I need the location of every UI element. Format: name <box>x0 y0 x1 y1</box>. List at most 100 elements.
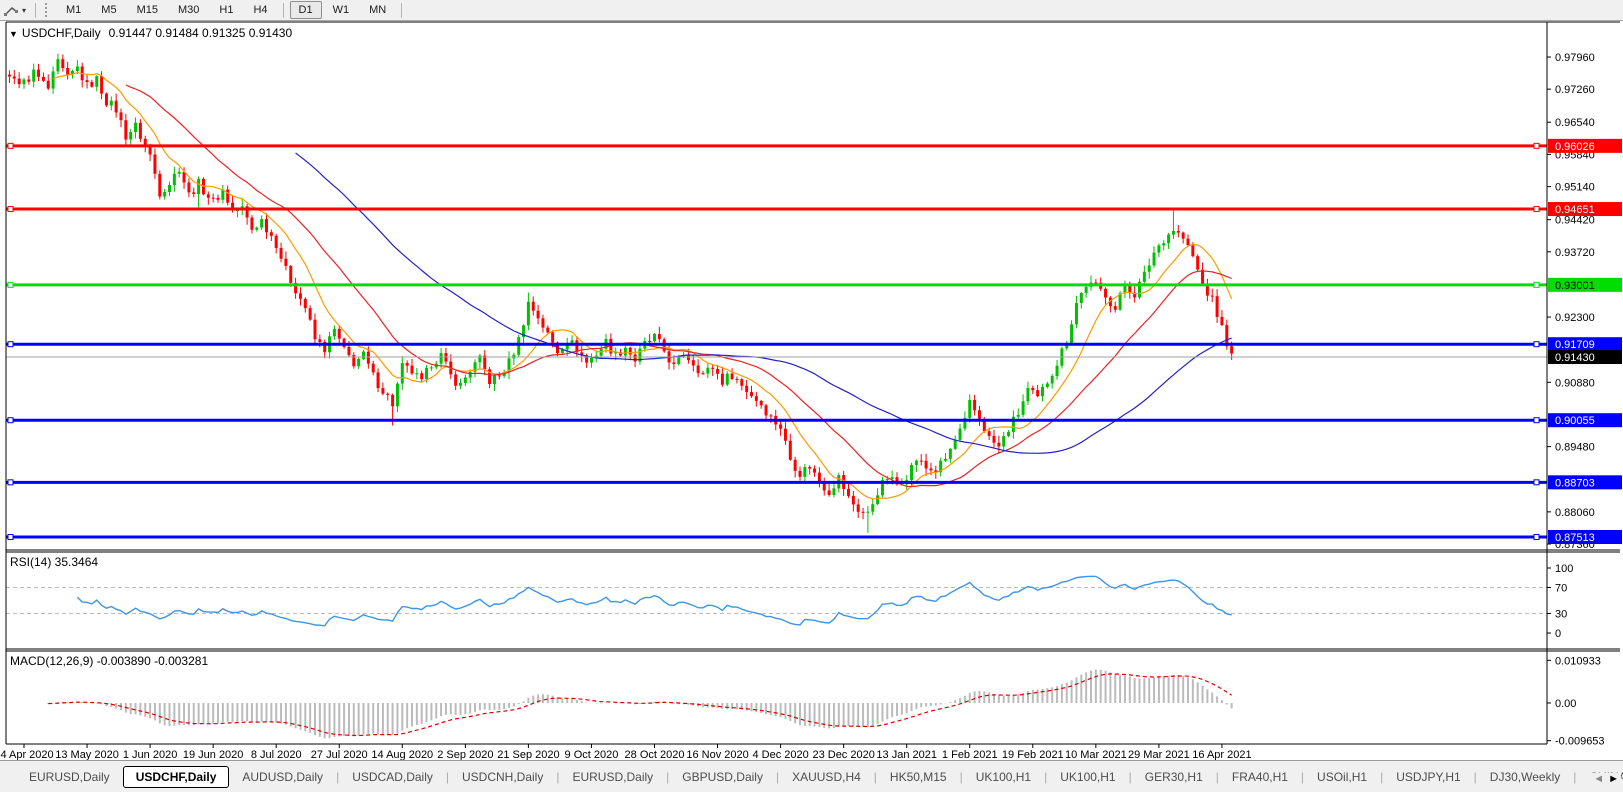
svg-text:16 Apr 2021: 16 Apr 2021 <box>1192 749 1251 760</box>
timeframe-button-m1[interactable]: M1 <box>57 1 90 19</box>
svg-text:0.94420: 0.94420 <box>1555 215 1595 227</box>
timeframe-toolbar: ▾ M1M5M15M30H1H4 D1W1MN <box>0 0 1623 21</box>
svg-text:0.90055: 0.90055 <box>1555 415 1595 427</box>
svg-text:13 Jan 2021: 13 Jan 2021 <box>876 749 937 760</box>
svg-text:8 Jul 2020: 8 Jul 2020 <box>251 749 302 760</box>
date-axis: 24 Apr 202013 May 20201 Jun 202019 Jun 2… <box>0 744 1252 760</box>
timeframe-buttons: M1M5M15M30H1H4 D1W1MN <box>56 1 407 19</box>
timeframe-button-h1[interactable]: H1 <box>210 1 242 19</box>
tab-scroll-arrows: ◄► <box>1587 773 1621 785</box>
tab-eurusd-daily[interactable]: EURUSD,Daily <box>16 766 123 788</box>
candlestick-series <box>8 54 1233 533</box>
svg-text:0.87513: 0.87513 <box>1555 532 1595 544</box>
tab-usdcad-daily[interactable]: USDCAD,Daily <box>339 766 446 788</box>
tab-hk50-m15[interactable]: HK50,M15 <box>877 766 960 788</box>
application-window: ▾ M1M5M15M30H1H4 D1W1MN 0.97960 0.97260 0.9… <box>0 0 1623 792</box>
ma-60-line <box>296 153 1232 453</box>
svg-text:30: 30 <box>1555 609 1567 621</box>
svg-text:0.96540: 0.96540 <box>1555 117 1595 129</box>
svg-text:2 Sep 2020: 2 Sep 2020 <box>437 749 493 760</box>
chart-tab-bar: EURUSD,DailyUSDCHF,DailyAUDUSD,Daily|USD… <box>0 760 1623 792</box>
svg-text:0.010933: 0.010933 <box>1555 655 1601 667</box>
rsi-line <box>77 576 1231 626</box>
svg-text:0.91430: 0.91430 <box>1555 352 1595 364</box>
svg-text:0.96026: 0.96026 <box>1555 141 1595 153</box>
chart-title-bar: ▼ USDCHF,Daily 0.91447 0.91484 0.91325 0.9… <box>9 26 292 40</box>
chart-cursor-icon[interactable] <box>3 3 21 18</box>
chart-ohlc-values: 0.91447 0.91484 0.91325 0.91430 <box>109 26 293 40</box>
macd-panel: 0.010933 0.00 -0.009653 <box>48 655 1604 747</box>
svg-text:4 Dec 2020: 4 Dec 2020 <box>752 749 808 760</box>
price-axis: 0.979600.972600.965400.958400.951400.944… <box>1547 52 1622 551</box>
toolbar-separator <box>35 3 36 18</box>
svg-text:0.89480: 0.89480 <box>1555 442 1595 454</box>
toolbar-grip[interactable] <box>45 3 50 17</box>
tab-scroll-left-icon[interactable]: ◄ <box>1593 773 1604 785</box>
tab-dj30-weekly[interactable]: DJ30,Weekly <box>1477 766 1573 788</box>
timeframe-button-d1[interactable]: D1 <box>290 1 322 19</box>
svg-text:9 Oct 2020: 9 Oct 2020 <box>565 749 619 760</box>
svg-text:0.90880: 0.90880 <box>1555 377 1595 389</box>
rsi-label: RSI(14) 35.3464 <box>10 555 98 569</box>
svg-text:19 Jun 2020: 19 Jun 2020 <box>183 749 244 760</box>
timeframe-button-m15[interactable]: M15 <box>128 1 167 19</box>
svg-text:16 Nov 2020: 16 Nov 2020 <box>686 749 748 760</box>
svg-text:0.95140: 0.95140 <box>1555 182 1595 194</box>
tab-usdjpy-h1[interactable]: USDJPY,H1 <box>1383 766 1473 788</box>
tab-uk100-h1[interactable]: UK100,H1 <box>1047 766 1128 788</box>
svg-text:-0.009653: -0.009653 <box>1555 736 1605 748</box>
svg-text:70: 70 <box>1555 583 1567 595</box>
svg-text:0.92300: 0.92300 <box>1555 312 1595 324</box>
timeframe-button-w1[interactable]: W1 <box>324 1 359 19</box>
tab-usdchf-daily[interactable]: USDCHF,Daily <box>123 766 230 788</box>
macd-signal-line <box>48 674 1231 736</box>
timeframe-button-m5[interactable]: M5 <box>92 1 125 19</box>
svg-text:100: 100 <box>1555 563 1573 575</box>
svg-text:1 Feb 2021: 1 Feb 2021 <box>942 749 998 760</box>
svg-text:29 Mar 2021: 29 Mar 2021 <box>1128 749 1190 760</box>
svg-text:13 May 2020: 13 May 2020 <box>55 749 119 760</box>
svg-text:0.94651: 0.94651 <box>1555 204 1595 216</box>
tab-scroll-right-icon[interactable]: ► <box>1608 773 1619 785</box>
toolbar-separator <box>401 3 402 18</box>
tab-usdcnh-daily[interactable]: USDCNH,Daily <box>449 766 556 788</box>
chart-title: USDCHF,Daily <box>22 26 101 40</box>
svg-text:0.88060: 0.88060 <box>1555 507 1595 519</box>
svg-text:19 Feb 2021: 19 Feb 2021 <box>1002 749 1064 760</box>
svg-text:10 Mar 2021: 10 Mar 2021 <box>1065 749 1127 760</box>
svg-text:14 Aug 2020: 14 Aug 2020 <box>371 749 433 760</box>
tab-ger30-h1[interactable]: GER30,H1 <box>1132 766 1216 788</box>
rsi-panel: 100 70 30 0 <box>6 563 1573 640</box>
timeframe-button-mn[interactable]: MN <box>360 1 395 19</box>
svg-text:0.00: 0.00 <box>1555 698 1576 710</box>
tab-usoil-h1[interactable]: USOil,H1 <box>1304 766 1380 788</box>
svg-text:21 Sep 2020: 21 Sep 2020 <box>497 749 559 760</box>
svg-text:27 Jul 2020: 27 Jul 2020 <box>311 749 368 760</box>
svg-text:0: 0 <box>1555 628 1561 640</box>
chevron-down-icon[interactable]: ▾ <box>22 6 26 15</box>
toolbar-separator <box>283 3 284 18</box>
horizontal-price-levels[interactable] <box>6 143 1547 539</box>
timeframe-button-m30[interactable]: M30 <box>169 1 208 19</box>
svg-text:0.88703: 0.88703 <box>1555 477 1595 489</box>
timeframe-button-h4[interactable]: H4 <box>244 1 276 19</box>
tab-xauusd-h4[interactable]: XAUUSD,H4 <box>779 766 874 788</box>
svg-text:0.93001: 0.93001 <box>1555 280 1595 292</box>
macd-label: MACD(12,26,9) -0.003890 -0.003281 <box>10 654 208 668</box>
svg-text:0.97960: 0.97960 <box>1555 52 1595 64</box>
svg-text:0.93720: 0.93720 <box>1555 247 1595 259</box>
svg-text:23 Dec 2020: 23 Dec 2020 <box>812 749 874 760</box>
symbol-dropdown-icon[interactable]: ▼ <box>9 29 18 39</box>
svg-text:0.91709: 0.91709 <box>1555 339 1595 351</box>
tab-audusd-daily[interactable]: AUDUSD,Daily <box>229 766 336 788</box>
svg-text:28 Oct 2020: 28 Oct 2020 <box>625 749 685 760</box>
svg-text:1 Jun 2020: 1 Jun 2020 <box>123 749 177 760</box>
panel-frames <box>6 22 1620 744</box>
tab-gbpusd-daily[interactable]: GBPUSD,Daily <box>669 766 776 788</box>
tab-fra40-h1[interactable]: FRA40,H1 <box>1219 766 1301 788</box>
svg-text:0.97260: 0.97260 <box>1555 84 1595 96</box>
tab-eurusd-daily[interactable]: EURUSD,Daily <box>559 766 666 788</box>
chart-window[interactable]: 0.979600.972600.965400.958400.951400.944… <box>0 21 1623 760</box>
tab-uk100-h1[interactable]: UK100,H1 <box>963 766 1044 788</box>
price-chart-svg[interactable]: 0.979600.972600.965400.958400.951400.944… <box>0 21 1623 760</box>
